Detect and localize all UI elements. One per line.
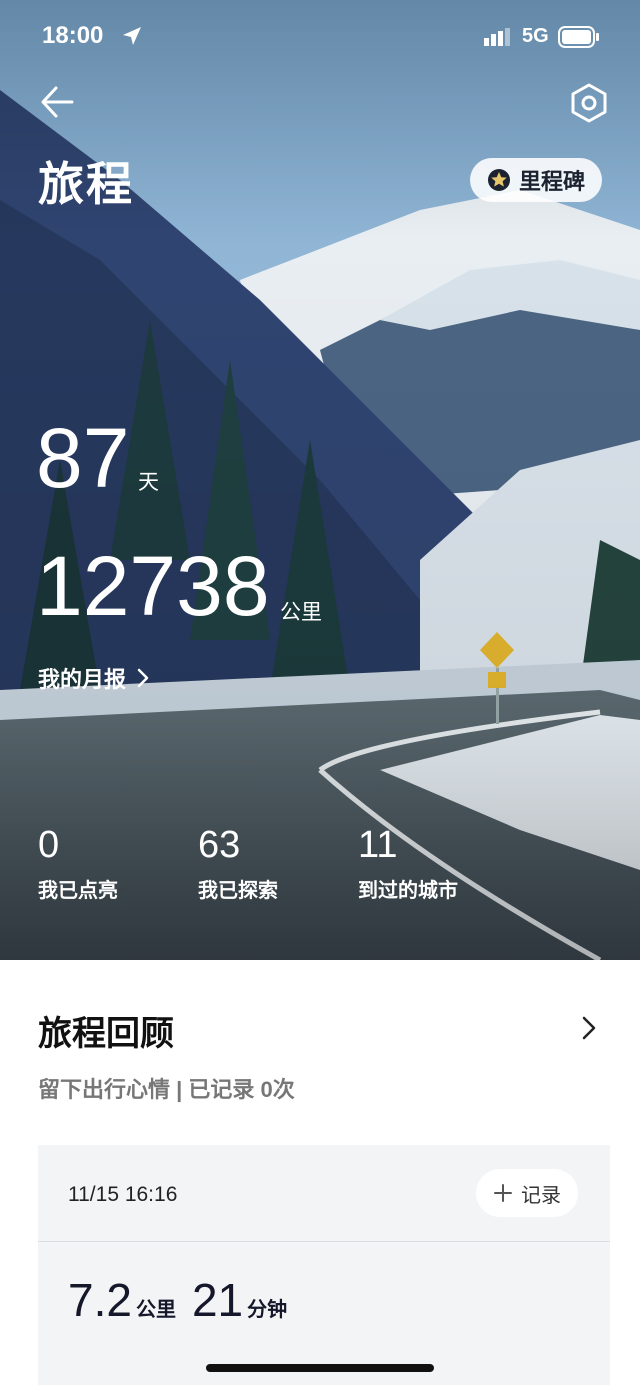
days-unit: 天: [138, 471, 159, 494]
trip-duration-unit: 分钟: [247, 1299, 288, 1321]
stat-explored-label: 我已探索: [198, 880, 278, 902]
trip-datetime: 11/15 16:16: [68, 1183, 178, 1206]
network-label: 5G: [522, 25, 549, 47]
stat-lit[interactable]: 0 我已点亮: [38, 822, 118, 903]
milestone-label: 里程碑: [518, 169, 585, 194]
stat-explored[interactable]: 63 我已探索: [198, 822, 278, 903]
battery-icon: [558, 26, 599, 48]
location-arrow-icon: [123, 27, 141, 45]
distance-total: 12738: [36, 539, 270, 633]
card-divider: [38, 1241, 610, 1242]
milestone-button[interactable]: 里程碑: [470, 158, 602, 202]
hero-banner: 18:00 5G 旅程 里程碑 87 天 12738 公里 我的月报 0 我已点…: [0, 0, 640, 960]
chevron-right-icon: [137, 668, 149, 688]
review-section-title[interactable]: 旅程回顾: [38, 1006, 174, 1055]
monthly-report-label: 我的月报: [38, 667, 127, 692]
stat-explored-value: 63: [198, 824, 241, 866]
review-subtitle: 留下出行心情 | 已记录 0次: [38, 1077, 295, 1102]
distance-unit: 公里: [280, 601, 322, 624]
trip-distance-unit: 公里: [135, 1299, 176, 1321]
plus-icon: [494, 1184, 512, 1202]
status-time: 18:00: [42, 22, 104, 49]
trip-duration: 21: [191, 1274, 244, 1326]
star-badge-icon: [487, 169, 510, 191]
chevron-right-icon[interactable]: [578, 1014, 600, 1042]
monthly-report-link[interactable]: 我的月报: [38, 662, 150, 694]
stat-cities[interactable]: 11 到过的城市: [358, 822, 458, 903]
trip-card[interactable]: 11/15 16:16 记录 7.2 公里 21 分钟: [38, 1145, 610, 1385]
stat-lit-value: 0: [38, 824, 60, 866]
page-title: 旅程: [38, 158, 134, 210]
record-button[interactable]: 记录: [476, 1169, 578, 1217]
days-count: 87: [36, 411, 130, 505]
signal-icon: [484, 28, 510, 46]
back-arrow-icon[interactable]: [38, 82, 78, 122]
stat-cities-value: 11: [358, 824, 398, 866]
record-label: 记录: [521, 1184, 561, 1207]
stat-cities-label: 到过的城市: [358, 880, 458, 902]
stat-lit-label: 我已点亮: [38, 880, 118, 902]
settings-hexagon-icon[interactable]: [568, 82, 610, 124]
trip-summary: 7.2 公里 21 分钟: [68, 1273, 303, 1327]
trip-distance: 7.2: [68, 1274, 132, 1326]
home-indicator[interactable]: [206, 1364, 434, 1372]
